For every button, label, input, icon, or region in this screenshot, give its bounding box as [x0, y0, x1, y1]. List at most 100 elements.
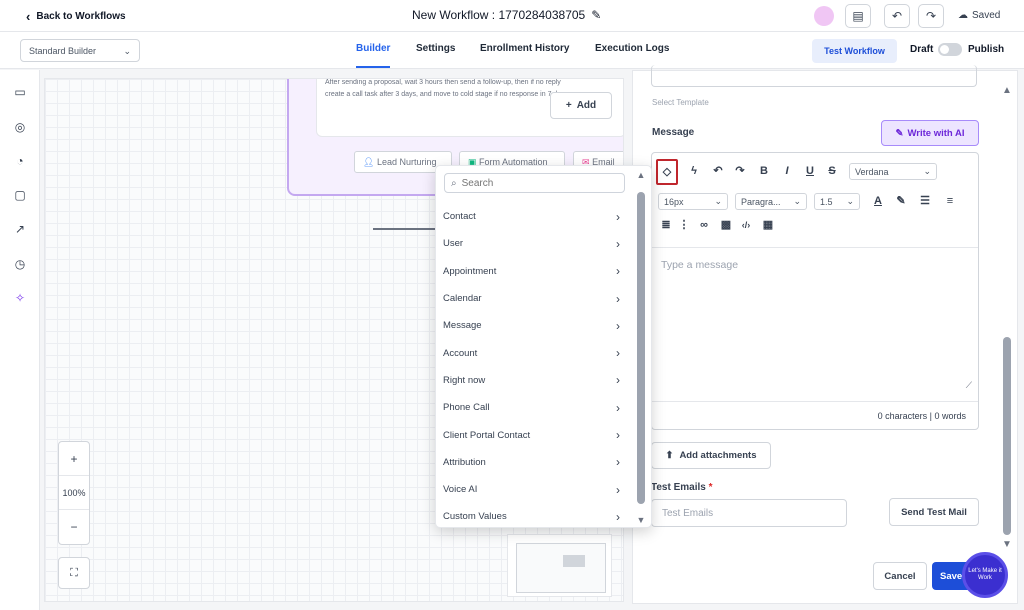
dropdown-item-custom-values[interactable]: Custom Values › [436, 503, 628, 530]
tab-enrollment-history[interactable]: Enrollment History [480, 43, 569, 54]
dropdown-list: Contact › User › Appointment › Calendar › Me… [436, 203, 628, 531]
dropdown-item-attribution[interactable]: Attribution › [436, 449, 628, 476]
message-body[interactable]: Type a message ⟋ [652, 247, 978, 397]
chevron-right-icon: › [616, 455, 620, 470]
left-rail: ▭ ◎ ◔ ▢ ↗ ◷ ✧ [0, 70, 40, 610]
text-color-icon[interactable]: A [870, 193, 886, 209]
dropdown-item-appointment[interactable]: Appointment › [436, 258, 628, 285]
scroll-thumb[interactable] [637, 192, 645, 504]
panel-scrollbar[interactable]: ▲ ▼ [1001, 85, 1013, 550]
add-label: Add [576, 100, 597, 111]
message-editor: ◇ ϟ ↶ ↷ B I U S Verdana ⌄ 16px ⌄ Paragra… [651, 152, 979, 430]
send-test-mail-button[interactable]: Send Test Mail [889, 498, 979, 526]
cancel-button[interactable]: Cancel [873, 562, 927, 590]
dropdown-item-user[interactable]: User › [436, 230, 628, 257]
clock-icon[interactable]: ◔ [13, 154, 27, 168]
font-size-select[interactable]: 16px ⌄ [658, 193, 728, 210]
dropdown-item-contact[interactable]: Contact › [436, 203, 628, 230]
sub-bar: Standard Builder ⌄ Builder Settings Enro… [0, 32, 1024, 69]
strikethrough-icon[interactable]: S [824, 163, 840, 179]
minimap[interactable] [507, 534, 612, 597]
workflow-title[interactable]: New Workflow : 1770284038705 ✎ [412, 8, 601, 22]
code-icon[interactable]: ‹/› [738, 217, 754, 233]
resize-handle-icon[interactable]: ⟋ [966, 380, 972, 391]
add-button[interactable]: + Add [550, 92, 612, 119]
chat-icon[interactable]: ▭ [13, 85, 27, 99]
dropdown-search[interactable]: ⌕ [444, 173, 625, 193]
search-input[interactable] [461, 177, 612, 189]
chat-widget[interactable]: Let's Make it Work [962, 552, 1008, 598]
zoom-in-button[interactable]: + [59, 442, 89, 476]
image-icon[interactable]: ▩ [718, 217, 734, 233]
table-icon[interactable]: ▦ [760, 217, 776, 233]
scroll-up-icon[interactable]: ▲ [1001, 85, 1013, 96]
more-vertical-icon[interactable]: ⋮ [676, 217, 692, 233]
chevron-right-icon: › [616, 264, 620, 279]
dropdown-scrollbar[interactable]: ▲ ▼ [635, 170, 647, 525]
zoom-out-button[interactable]: − [59, 510, 89, 544]
chevron-down-icon: ⌄ [714, 196, 722, 206]
link-icon[interactable]: ∞ [696, 217, 712, 233]
external-link-icon[interactable]: ↗ [13, 222, 27, 236]
connector-line [373, 228, 436, 230]
lightning-icon[interactable]: ϟ [686, 163, 702, 179]
tab-execution-logs[interactable]: Execution Logs [595, 43, 669, 54]
underline-icon[interactable]: U [802, 163, 818, 179]
line-height-select[interactable]: 1.5 ⌄ [814, 193, 860, 210]
fit-view-button[interactable]: ⛶ [58, 557, 90, 589]
tab-settings[interactable]: Settings [416, 43, 455, 54]
tag-icon[interactable]: ◇ [656, 159, 678, 185]
document-icon[interactable]: ▤ [845, 4, 871, 28]
dropdown-item-voice-ai[interactable]: Voice AI › [436, 476, 628, 503]
history-icon[interactable]: ◷ [13, 257, 27, 271]
ai-sparkle-icon[interactable]: ✧ [13, 291, 27, 305]
folder-icon[interactable]: ▢ [13, 188, 27, 202]
chip-label: Lead Nurturing [376, 157, 437, 167]
dropdown-item-phone-call[interactable]: Phone Call › [436, 394, 628, 421]
workflow-title-text: New Workflow : 1770284038705 [412, 8, 586, 22]
avatar[interactable] [814, 6, 834, 26]
redo-icon[interactable]: ↷ [732, 163, 748, 179]
dropdown-item-right-now[interactable]: Right now › [436, 367, 628, 394]
tab-builder[interactable]: Builder [356, 43, 390, 54]
chevron-right-icon: › [616, 509, 620, 524]
font-family-select[interactable]: Verdana ⌄ [849, 163, 937, 180]
paragraph-select[interactable]: Paragra... ⌄ [735, 193, 807, 210]
highlight-icon[interactable]: ✎ [893, 193, 909, 209]
saved-label: Saved [972, 10, 1001, 21]
chevron-right-icon: › [616, 400, 620, 415]
undo-icon[interactable]: ↶ [710, 163, 726, 179]
publish-toggle[interactable] [938, 43, 962, 56]
italic-icon[interactable]: I [779, 163, 795, 179]
dropdown-item-message[interactable]: Message › [436, 312, 628, 339]
add-attachments-button[interactable]: ⬆ Add attachments [651, 442, 771, 469]
undo-icon[interactable]: ↶ [884, 4, 910, 28]
active-tab-indicator [356, 66, 390, 68]
test-emails-input[interactable]: Test Emails [651, 499, 847, 527]
scroll-thumb[interactable] [1003, 337, 1011, 535]
chevron-right-icon: › [616, 236, 620, 251]
item-label: Appointment [443, 265, 497, 277]
toolbar-row-2: 16px ⌄ Paragra... ⌄ 1.5 ⌄ A ✎ ☰ ≡ [652, 189, 978, 213]
paragraph-value: Paragra... [741, 196, 781, 207]
dropdown-item-client-portal-contact[interactable]: Client Portal Contact › [436, 421, 628, 448]
scroll-down-icon[interactable]: ▼ [635, 515, 647, 525]
bullet-list-icon[interactable]: ☰ [917, 193, 933, 209]
pencil-icon[interactable]: ✎ [591, 8, 601, 22]
numbered-list-icon[interactable]: ≡ [942, 193, 958, 209]
bold-icon[interactable]: B [756, 163, 772, 179]
template-select[interactable] [651, 65, 977, 87]
align-icon[interactable]: ≣ [658, 217, 674, 233]
write-with-ai-button[interactable]: ✎ Write with AI [881, 120, 979, 146]
back-to-workflows-link[interactable]: ‹ Back to Workflows [26, 9, 126, 24]
scroll-down-icon[interactable]: ▼ [1001, 539, 1013, 550]
item-label: User [443, 238, 464, 250]
builder-mode-select[interactable]: Standard Builder ⌄ [20, 39, 140, 62]
check-circle-icon[interactable]: ◎ [13, 120, 27, 134]
builder-mode-value: Standard Builder [29, 46, 97, 56]
dropdown-item-account[interactable]: Account › [436, 339, 628, 366]
dropdown-item-calendar[interactable]: Calendar › [436, 285, 628, 312]
scroll-up-icon[interactable]: ▲ [635, 170, 647, 180]
redo-icon[interactable]: ↷ [918, 4, 944, 28]
test-workflow-button[interactable]: Test Workflow [812, 39, 897, 63]
